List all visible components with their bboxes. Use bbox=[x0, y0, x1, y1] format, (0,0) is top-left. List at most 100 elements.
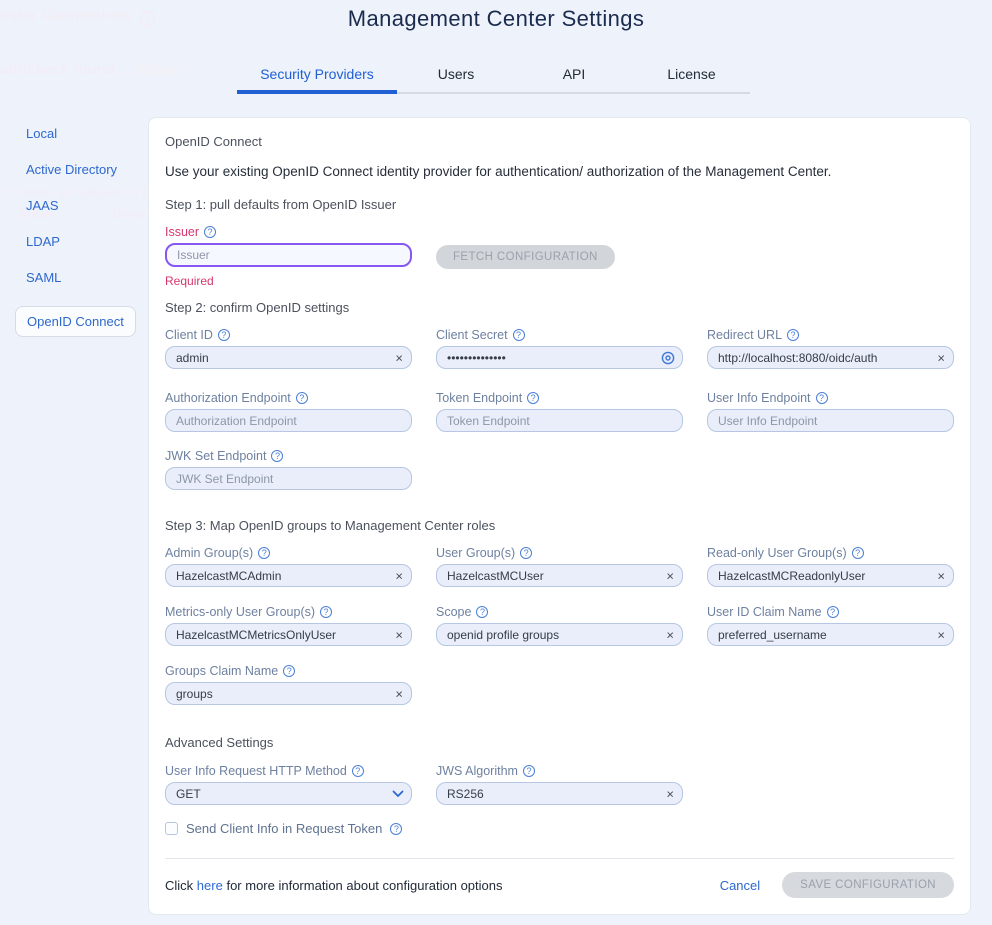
token-endpoint-label: Token Endpoint bbox=[436, 391, 522, 405]
help-icon[interactable]: ? bbox=[527, 392, 539, 404]
step1-label: Step 1: pull defaults from OpenID Issuer bbox=[165, 197, 954, 212]
clear-icon[interactable]: × bbox=[666, 628, 674, 641]
sidebar-item-active-directory[interactable]: Active Directory bbox=[26, 162, 136, 177]
issuer-input[interactable] bbox=[165, 243, 412, 267]
openid-connect-panel: OpenID Connect Use your existing OpenID … bbox=[148, 117, 971, 915]
redirect-url-label: Redirect URL bbox=[707, 328, 782, 342]
user-id-claim-name-field: User ID Claim Name ? × bbox=[707, 605, 954, 646]
step3-label: Step 3: Map OpenID groups to Management … bbox=[165, 518, 954, 533]
http-method-label: User Info Request HTTP Method bbox=[165, 764, 347, 778]
help-icon[interactable]: ? bbox=[218, 329, 230, 341]
clear-icon[interactable]: × bbox=[395, 569, 403, 582]
sidebar-item-local[interactable]: Local bbox=[26, 126, 136, 141]
tab-security-providers[interactable]: Security Providers bbox=[237, 66, 397, 94]
issuer-label: Issuer bbox=[165, 225, 199, 239]
sidebar-item-ldap[interactable]: LDAP bbox=[26, 234, 136, 249]
panel-heading: OpenID Connect bbox=[165, 134, 954, 149]
user-id-claim-name-label: User ID Claim Name bbox=[707, 605, 822, 619]
clear-icon[interactable]: × bbox=[395, 628, 403, 641]
jwk-set-endpoint-field: JWK Set Endpoint ? bbox=[165, 449, 412, 490]
help-icon[interactable]: ? bbox=[520, 547, 532, 559]
jwk-set-endpoint-input[interactable] bbox=[165, 467, 412, 490]
help-icon[interactable]: ? bbox=[513, 329, 525, 341]
help-icon[interactable]: ? bbox=[296, 392, 308, 404]
help-icon[interactable]: ? bbox=[204, 226, 216, 238]
redirect-url-input[interactable] bbox=[707, 346, 954, 369]
token-endpoint-field: Token Endpoint ? bbox=[436, 391, 683, 432]
save-configuration-button[interactable]: SAVE CONFIGURATION bbox=[782, 872, 954, 898]
panel-footer: Click here for more information about co… bbox=[165, 858, 954, 900]
help-icon[interactable]: ? bbox=[827, 606, 839, 618]
send-client-info-label: Send Client Info in Request Token bbox=[186, 821, 382, 836]
send-client-info-row: Send Client Info in Request Token ? bbox=[165, 821, 954, 836]
authorization-endpoint-label: Authorization Endpoint bbox=[165, 391, 291, 405]
clear-icon[interactable]: × bbox=[666, 569, 674, 582]
user-id-claim-name-input[interactable] bbox=[707, 623, 954, 646]
admin-groups-field: Admin Group(s) ? × bbox=[165, 546, 412, 587]
http-method-select[interactable] bbox=[165, 782, 412, 805]
tab-users[interactable]: Users bbox=[397, 66, 515, 92]
client-id-input[interactable] bbox=[165, 346, 412, 369]
settings-tabbar: Security Providers Users API License bbox=[237, 66, 750, 94]
help-icon[interactable]: ? bbox=[787, 329, 799, 341]
sidebar-item-jaas[interactable]: JAAS bbox=[26, 198, 136, 213]
readonly-user-groups-input[interactable] bbox=[707, 564, 954, 587]
fetch-configuration-button[interactable]: FETCH CONFIGURATION bbox=[436, 245, 615, 269]
user-info-endpoint-label: User Info Endpoint bbox=[707, 391, 811, 405]
help-icon[interactable]: ? bbox=[271, 450, 283, 462]
authorization-endpoint-input[interactable] bbox=[165, 409, 412, 432]
sidebar-item-openid-connect[interactable]: OpenID Connect bbox=[15, 306, 136, 337]
clear-icon[interactable]: × bbox=[395, 687, 403, 700]
help-icon[interactable]: ? bbox=[320, 606, 332, 618]
authorization-endpoint-field: Authorization Endpoint ? bbox=[165, 391, 412, 432]
redirect-url-field: Redirect URL ? × bbox=[707, 328, 954, 369]
jws-algorithm-input[interactable] bbox=[436, 782, 683, 805]
chevron-down-icon[interactable] bbox=[392, 790, 404, 798]
admin-groups-label: Admin Group(s) bbox=[165, 546, 253, 560]
help-icon[interactable]: ? bbox=[390, 823, 402, 835]
clear-icon[interactable]: × bbox=[937, 628, 945, 641]
metrics-user-groups-input[interactable] bbox=[165, 623, 412, 646]
client-id-field: Client ID ? × bbox=[165, 328, 412, 369]
footer-divider bbox=[165, 858, 954, 859]
sidebar-item-saml[interactable]: SAML bbox=[26, 270, 136, 285]
help-icon[interactable]: ? bbox=[258, 547, 270, 559]
user-info-endpoint-field: User Info Endpoint ? bbox=[707, 391, 954, 432]
here-link[interactable]: here bbox=[197, 878, 223, 893]
scope-input[interactable] bbox=[436, 623, 683, 646]
background-artifact-healthcheck: althcheck found 1 problem bbox=[0, 61, 186, 78]
eye-icon[interactable] bbox=[661, 351, 675, 365]
help-icon[interactable]: ? bbox=[523, 765, 535, 777]
client-secret-field: Client Secret ? bbox=[436, 328, 683, 369]
user-info-endpoint-input[interactable] bbox=[707, 409, 954, 432]
help-icon[interactable]: ? bbox=[352, 765, 364, 777]
help-icon[interactable]: ? bbox=[283, 665, 295, 677]
http-method-field: User Info Request HTTP Method ? bbox=[165, 764, 412, 805]
cancel-button[interactable]: Cancel bbox=[720, 878, 760, 893]
send-client-info-checkbox[interactable] bbox=[165, 822, 178, 835]
advanced-settings-heading: Advanced Settings bbox=[165, 735, 954, 750]
groups-claim-name-input[interactable] bbox=[165, 682, 412, 705]
token-endpoint-input[interactable] bbox=[436, 409, 683, 432]
admin-groups-input[interactable] bbox=[165, 564, 412, 587]
issuer-field: Issuer ? FETCH CONFIGURATION Required bbox=[165, 225, 954, 288]
user-groups-field: User Group(s) ? × bbox=[436, 546, 683, 587]
readonly-user-groups-field: Read-only User Group(s) ? × bbox=[707, 546, 954, 587]
scope-label: Scope bbox=[436, 605, 471, 619]
tab-license[interactable]: License bbox=[633, 66, 750, 92]
help-icon[interactable]: ? bbox=[816, 392, 828, 404]
clear-icon[interactable]: × bbox=[666, 787, 674, 800]
clear-icon[interactable]: × bbox=[937, 351, 945, 364]
clear-icon[interactable]: × bbox=[937, 569, 945, 582]
step2-label: Step 2: confirm OpenID settings bbox=[165, 300, 954, 315]
page-title: Management Center Settings bbox=[0, 6, 992, 32]
groups-claim-name-label: Groups Claim Name bbox=[165, 664, 278, 678]
client-secret-label: Client Secret bbox=[436, 328, 508, 342]
client-secret-input[interactable] bbox=[436, 346, 683, 369]
help-icon[interactable]: ? bbox=[476, 606, 488, 618]
user-groups-input[interactable] bbox=[436, 564, 683, 587]
clear-icon[interactable]: × bbox=[395, 351, 403, 364]
jwk-set-endpoint-label: JWK Set Endpoint bbox=[165, 449, 266, 463]
help-icon[interactable]: ? bbox=[852, 547, 864, 559]
tab-api[interactable]: API bbox=[515, 66, 633, 92]
